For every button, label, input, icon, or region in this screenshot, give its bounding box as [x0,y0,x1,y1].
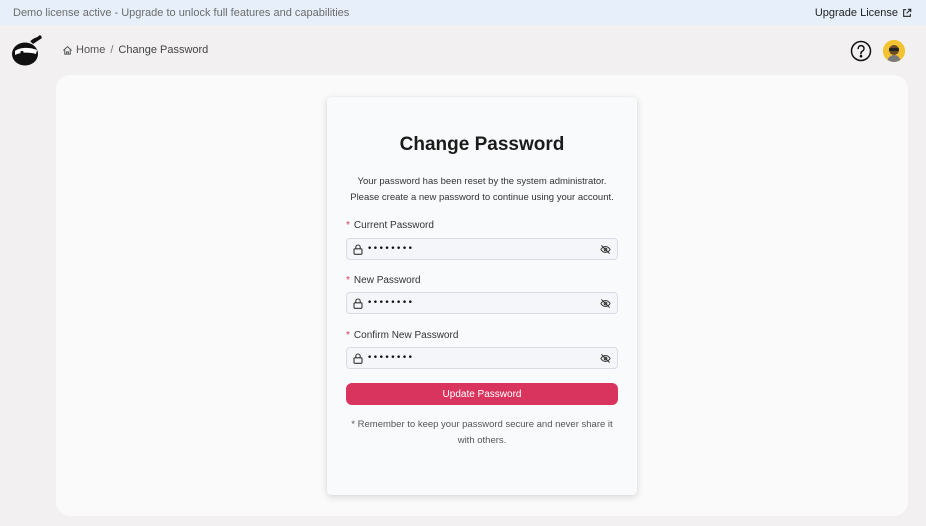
page-title: Change Password [399,134,565,155]
current-password-field[interactable] [346,238,618,260]
confirm-password-input[interactable] [367,350,587,366]
upgrade-license-label: Upgrade License [814,6,898,19]
reset-description: Your password has been reset by the syst… [337,174,627,206]
new-password-label-text: New Password [353,275,421,286]
eye-off-icon[interactable] [600,353,611,364]
change-password-card: Change Password Your password has been r… [327,97,637,495]
license-banner-message: Demo license active - Upgrade to unlock … [13,6,350,19]
lock-icon [353,353,363,364]
current-password-label-text: Current Password [353,220,434,231]
external-link-icon [903,8,912,17]
security-note: * Remember to keep your password secure … [351,419,613,446]
new-password-label: * New Password [346,275,421,286]
top-bar: Home / Change Password [0,25,926,75]
ninja-logo-icon[interactable] [11,33,43,67]
eye-off-icon[interactable] [600,244,611,255]
current-password-input[interactable] [367,241,587,257]
confirm-password-label-text: Confirm New Password [353,330,459,341]
update-password-button[interactable]: Update Password [346,383,618,405]
user-avatar[interactable] [883,40,905,62]
upgrade-license-link[interactable]: Upgrade License [815,7,912,19]
home-icon [63,45,72,55]
reset-description-line-2: Please create a new password to continue… [350,192,614,203]
new-password-input[interactable] [367,295,587,311]
eye-off-icon[interactable] [600,298,611,309]
reset-description-line-1: Your password has been reset by the syst… [357,176,607,187]
required-marker: * [346,330,350,341]
help-circle-icon[interactable] [850,40,872,62]
avatar-image [883,40,905,62]
breadcrumb-separator: / [110,44,114,56]
breadcrumb: Home / Change Password [62,44,208,56]
required-marker: * [346,275,350,286]
lock-icon [353,244,363,255]
breadcrumb-home-link[interactable]: Home [76,44,105,56]
license-banner: Demo license active - Upgrade to unlock … [0,0,926,25]
required-marker: * [346,220,350,231]
current-password-label: * Current Password [346,220,434,231]
breadcrumb-current: Change Password [118,44,209,56]
confirm-password-field[interactable] [346,347,618,369]
confirm-password-label: * Confirm New Password [346,330,458,341]
lock-icon [353,298,363,309]
new-password-field[interactable] [346,292,618,314]
